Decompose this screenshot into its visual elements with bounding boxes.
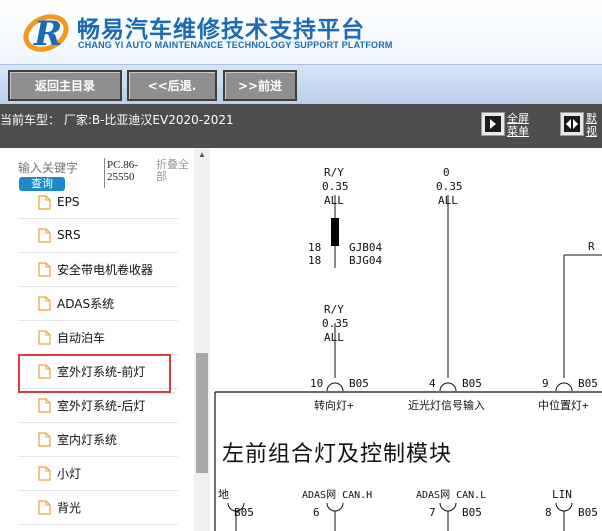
connector-pin-a: 18	[308, 241, 321, 254]
connector-b: BJG04	[349, 254, 382, 267]
app-header: R 畅易汽车维修技术支持平台 CHANG YI AUTO MAINTENANCE…	[0, 0, 602, 64]
can-h-pin: 6	[313, 506, 320, 519]
logo-icon: R	[23, 14, 69, 54]
wire1-circuit: ALL	[324, 194, 344, 207]
file-icon	[38, 431, 51, 447]
file-icon	[38, 499, 51, 515]
collapse-all-button[interactable]: 折叠全部	[156, 159, 196, 183]
divider	[18, 524, 178, 525]
divider	[18, 252, 178, 253]
ground-label: 地	[218, 488, 229, 501]
info-bar: 当前车型： 厂家:B-比亚迪汉EV2020-2021 全屏 菜单 默视	[0, 104, 602, 148]
divider	[104, 158, 105, 188]
tree-item-auto-parking[interactable]: 自动泊车	[38, 327, 105, 347]
can-l-label: ADAS网 CAN.L	[416, 489, 486, 501]
divider	[18, 286, 178, 287]
scroll-up-arrow-icon[interactable]: ▲	[194, 150, 210, 162]
scroll-thumb[interactable]	[196, 353, 208, 473]
wire2-color: 0	[443, 166, 450, 179]
wire3-size: 0.35	[322, 317, 349, 330]
pin-9-conn: B05	[578, 377, 598, 390]
tree-item-exterior-rear-lights[interactable]: 室外灯系统-后灯	[38, 395, 145, 415]
connector-block	[331, 218, 339, 246]
tree-item-small-lights[interactable]: 小灯	[38, 463, 81, 483]
fullscreen-menu-button[interactable]: 全屏 菜单	[481, 112, 529, 138]
search-area: 查询 PC.86-25550 折叠全部	[0, 148, 194, 198]
divider	[18, 456, 178, 457]
back-to-main-button[interactable]: 返回主目录	[8, 70, 122, 101]
forward-button[interactable]: >>前进	[223, 70, 297, 101]
nav-bar: 返回主目录 <<后退. >>前进	[0, 64, 602, 104]
wire2-size: 0.35	[436, 180, 463, 193]
search-button[interactable]: 查询	[19, 177, 65, 191]
pin-10-label: 转向灯+	[314, 398, 354, 412]
file-icon	[38, 295, 51, 311]
pc-code: PC.86- 25550	[107, 159, 138, 183]
wire1-color: R/Y	[324, 166, 344, 179]
divider	[18, 320, 178, 321]
file-icon	[38, 397, 51, 413]
back-button[interactable]: <<后退.	[127, 70, 217, 101]
can-l-pin: 7	[429, 506, 436, 519]
pin-9-number: 9	[542, 377, 549, 390]
ground-conn: B05	[234, 506, 254, 519]
wire1-size: 0.35	[322, 180, 349, 193]
tree-item-adas[interactable]: ADAS系统	[38, 293, 114, 313]
tree-item-srs[interactable]: SRS	[38, 225, 81, 245]
tree-item-eps[interactable]: EPS	[38, 192, 79, 212]
file-icon	[38, 194, 51, 210]
lin-conn: B05	[578, 506, 598, 519]
pin-4-number: 4	[429, 377, 436, 390]
divider	[18, 422, 178, 423]
current-model-label: 当前车型： 厂家:B-比亚迪汉EV2020-2021	[0, 113, 234, 127]
lin-label: LIN	[552, 488, 572, 501]
file-icon	[38, 465, 51, 481]
file-icon	[38, 227, 51, 243]
right-wire-label: R	[588, 240, 595, 253]
pin-9-label: 中位置灯+	[538, 398, 589, 412]
connector-a: GJB04	[349, 241, 382, 254]
pin-4-conn: B05	[462, 377, 482, 390]
app-title: 畅易汽车维修技术支持平台	[77, 17, 365, 43]
fit-view-icon	[560, 112, 584, 136]
can-l-conn: B05	[462, 506, 482, 519]
search-input[interactable]	[18, 160, 102, 176]
file-icon	[38, 329, 51, 345]
wiring-diagram-svg: R/Y 0.35 ALL 18 18 GJB04 BJG04 R/Y 0.35 …	[214, 166, 602, 531]
file-icon	[38, 261, 51, 277]
connector-pin-b: 18	[308, 254, 321, 267]
pin-10-number: 10	[310, 377, 323, 390]
can-h-label: ADAS网 CAN.H	[302, 489, 372, 501]
tree-item-interior-lights[interactable]: 室内灯系统	[38, 429, 117, 449]
sidebar-scrollbar[interactable]: ▲	[194, 148, 210, 531]
tree-item-seatbelt-retractor[interactable]: 安全带电机卷收器	[38, 259, 153, 279]
app-subtitle: CHANG YI AUTO MAINTENANCE TECHNOLOGY SUP…	[78, 40, 393, 50]
selected-item-highlight	[18, 354, 171, 393]
pin-4-label: 近光灯信号输入	[408, 398, 485, 412]
pin-10-conn: B05	[349, 377, 369, 390]
sidebar: 查询 PC.86-25550 折叠全部 EPS SRS 安全带电机卷收器 ADA…	[0, 148, 210, 531]
wiring-diagram: R/Y 0.35 ALL 18 18 GJB04 BJG04 R/Y 0.35 …	[212, 148, 602, 531]
wire3-color: R/Y	[324, 303, 344, 316]
svg-text:R: R	[33, 14, 62, 54]
divider	[18, 218, 178, 219]
wire3-circuit: ALL	[324, 331, 344, 344]
wire2-circuit: ALL	[438, 194, 458, 207]
tree-item-backlight[interactable]: 背光	[38, 497, 81, 517]
fullscreen-icon	[481, 112, 505, 136]
divider	[18, 490, 178, 491]
lin-pin: 8	[545, 506, 552, 519]
default-view-button[interactable]: 默视	[560, 112, 597, 138]
module-title: 左前组合灯及控制模块	[222, 442, 453, 467]
